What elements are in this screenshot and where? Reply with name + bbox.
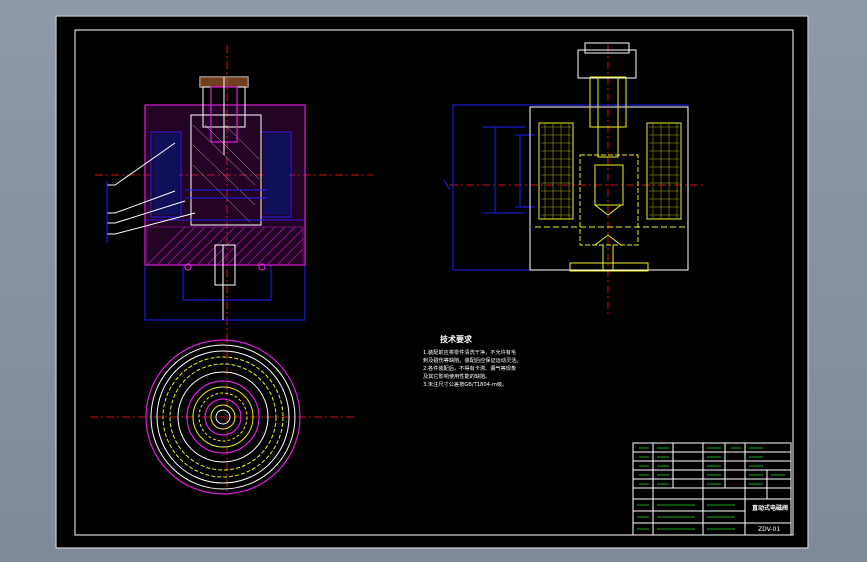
tech-note-line: 3.未注尺寸公差按GB/T1804-m级。 [423, 380, 507, 388]
tech-note-line: 1.装配前应将零件清洗干净，不允许有毛 [423, 348, 516, 356]
left-section-view [95, 45, 373, 335]
tech-title: 技术要求 [440, 334, 473, 344]
right-section-view [443, 42, 705, 315]
top-view-circles [90, 335, 355, 495]
tech-notes: 技术要求 1.装配前应将零件清洗干净，不允许有毛 刺及碰伤等缺陷。装配后应保证运… [423, 334, 522, 388]
cad-drawing: 技术要求 1.装配前应将零件清洗干净，不允许有毛 刺及碰伤等缺陷。装配后应保证运… [55, 15, 809, 549]
drawing-sheet: 技术要求 1.装配前应将零件清洗干净，不允许有毛 刺及碰伤等缺陷。装配后应保证运… [55, 15, 809, 549]
tech-note-line: 2.各件装配后，不得有卡滞、漏气等现象 [423, 364, 516, 372]
outer-frame [55, 15, 809, 549]
title-block-name: 直动式电磁阀 [752, 504, 788, 512]
title-block: 直动式电磁阀 ZDV-01 [632, 442, 792, 536]
tech-note-line: 刺及碰伤等缺陷。装配后应保证运动灵活。 [423, 356, 522, 364]
title-block-code: ZDV-01 [758, 526, 780, 533]
tech-note-line: 及其它影响使用性能的缺陷。 [423, 372, 490, 380]
